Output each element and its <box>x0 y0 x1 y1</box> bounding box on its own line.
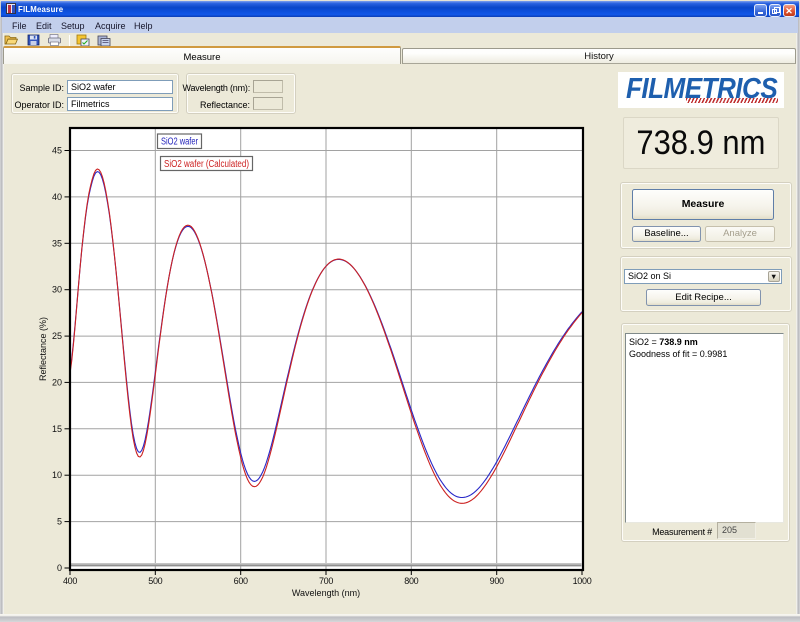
svg-text:45: 45 <box>52 146 62 156</box>
svg-text:SiO2 wafer: SiO2 wafer <box>161 137 198 148</box>
svg-text:5: 5 <box>57 517 62 527</box>
svg-text:Reflectance (%): Reflectance (%) <box>38 317 48 381</box>
svg-text:25: 25 <box>52 331 62 341</box>
svg-text:600: 600 <box>234 576 248 586</box>
svg-text:35: 35 <box>52 238 62 248</box>
svg-text:SiO2 wafer (Calculated): SiO2 wafer (Calculated) <box>164 159 249 170</box>
svg-text:700: 700 <box>319 576 333 586</box>
svg-text:10: 10 <box>52 470 62 480</box>
svg-text:20: 20 <box>52 377 62 387</box>
svg-text:400: 400 <box>63 576 77 586</box>
svg-text:900: 900 <box>490 576 504 586</box>
svg-text:15: 15 <box>52 424 62 434</box>
svg-text:30: 30 <box>52 285 62 295</box>
svg-text:0: 0 <box>57 563 62 573</box>
svg-text:40: 40 <box>52 192 62 202</box>
svg-text:500: 500 <box>148 576 162 586</box>
svg-text:Wavelength (nm): Wavelength (nm) <box>292 588 360 598</box>
svg-text:800: 800 <box>404 576 418 586</box>
svg-text:1000: 1000 <box>573 576 592 586</box>
